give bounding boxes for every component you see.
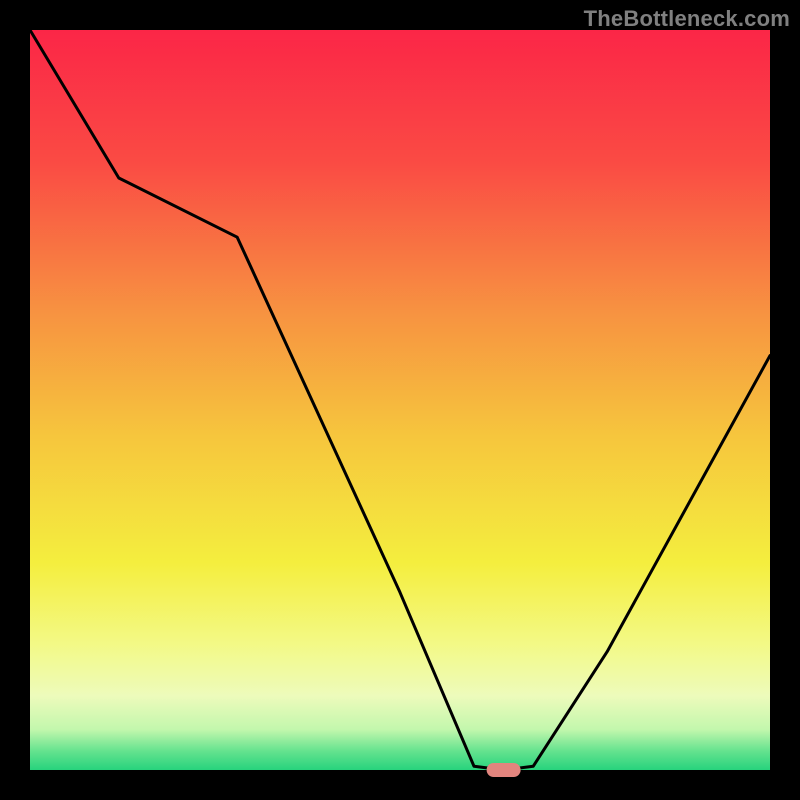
- watermark-text: TheBottleneck.com: [584, 6, 790, 32]
- optimal-marker: [487, 763, 521, 777]
- plot-background: [30, 30, 770, 770]
- bottleneck-chart: TheBottleneck.com: [0, 0, 800, 800]
- chart-canvas: [0, 0, 800, 800]
